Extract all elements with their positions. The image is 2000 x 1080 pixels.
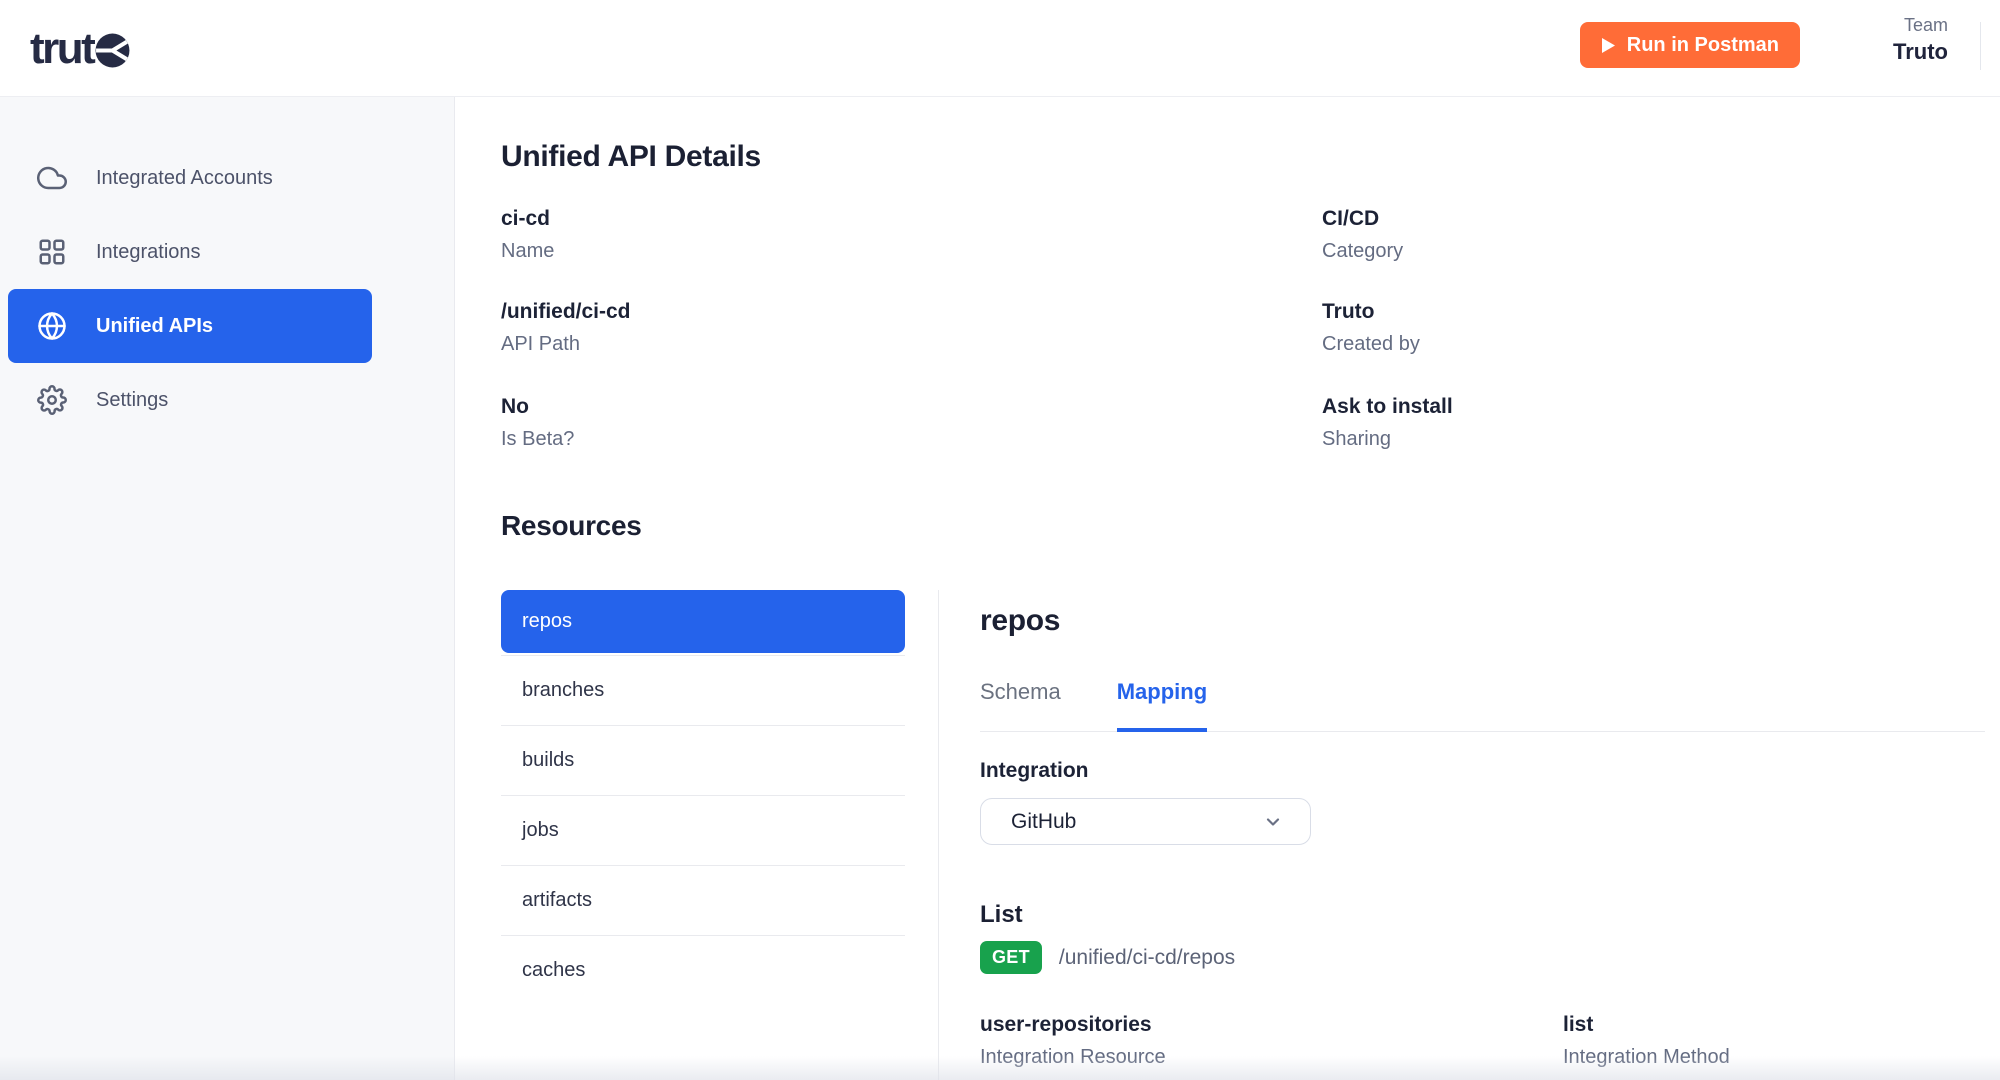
header-divider xyxy=(1980,22,1981,70)
field-label: Name xyxy=(501,238,554,264)
mapping-field-integration-resource: user-repositories Integration Resource xyxy=(980,1012,1563,1070)
resource-item-builds[interactable]: builds xyxy=(501,725,905,795)
resource-item-artifacts[interactable]: artifacts xyxy=(501,865,905,935)
detail-field-name: ci-cd Name xyxy=(501,206,554,264)
field-label: Integration Method xyxy=(1563,1044,1730,1070)
detail-field-api-path: /unified/ci-cd API Path xyxy=(501,299,631,357)
endpoint-title: List xyxy=(980,901,1985,929)
field-label: Category xyxy=(1322,238,1403,264)
logo-text: trut xyxy=(30,27,93,71)
resource-detail-title: repos xyxy=(980,604,1985,638)
integration-label: Integration xyxy=(980,758,1985,784)
sidebar: Integrated Accounts Integrations Unified… xyxy=(0,97,455,1080)
resource-item-repos[interactable]: repos xyxy=(501,590,905,653)
field-label: Created by xyxy=(1322,331,1420,357)
mapping-fields: user-repositories Integration Resource l… xyxy=(980,1012,1985,1070)
app-header: trut Run in Postman Team Truto xyxy=(0,0,2000,97)
field-label: API Path xyxy=(501,331,631,357)
resources-title: Resources xyxy=(501,510,642,542)
http-method-badge: GET xyxy=(980,941,1042,974)
tab-mapping[interactable]: Mapping xyxy=(1117,678,1207,732)
field-value: user-repositories xyxy=(980,1012,1563,1038)
resource-item-branches[interactable]: branches xyxy=(501,655,905,725)
app-window: trut Run in Postman Team Truto Integrate… xyxy=(0,0,2000,1080)
integration-selected-value: GitHub xyxy=(1011,810,1076,834)
resource-item-label: builds xyxy=(522,749,574,772)
detail-field-is-beta: No Is Beta? xyxy=(501,394,574,452)
resource-item-label: branches xyxy=(522,679,604,702)
gear-icon xyxy=(37,385,67,415)
cloud-icon xyxy=(37,163,67,193)
field-value: list xyxy=(1563,1012,1730,1038)
team-name: Truto xyxy=(1893,37,1948,67)
resource-item-label: caches xyxy=(522,959,585,982)
sidebar-item-label: Unified APIs xyxy=(96,315,213,338)
sidebar-item-label: Integrated Accounts xyxy=(96,167,273,190)
sidebar-item-label: Integrations xyxy=(96,241,201,264)
field-label: Integration Resource xyxy=(980,1044,1563,1070)
detail-field-sharing: Ask to install Sharing xyxy=(1322,394,1453,452)
grid-icon xyxy=(37,237,67,267)
field-label: Is Beta? xyxy=(501,426,574,452)
logo-node-icon xyxy=(94,32,131,69)
sidebar-item-settings[interactable]: Settings xyxy=(0,363,454,437)
resource-item-jobs[interactable]: jobs xyxy=(501,795,905,865)
resource-detail-tabs: Schema Mapping xyxy=(980,678,1985,732)
resource-item-label: artifacts xyxy=(522,889,592,912)
field-value: Ask to install xyxy=(1322,394,1453,420)
sidebar-item-integrated-accounts[interactable]: Integrated Accounts xyxy=(0,141,454,215)
sidebar-item-label: Settings xyxy=(96,389,168,412)
field-value: Truto xyxy=(1322,299,1420,325)
sidebar-item-integrations[interactable]: Integrations xyxy=(0,215,454,289)
detail-field-category: CI/CD Category xyxy=(1322,206,1403,264)
sidebar-item-unified-apis[interactable]: Unified APIs xyxy=(8,289,372,363)
team-switcher[interactable]: Team Truto xyxy=(1893,13,1948,67)
mapping-field-integration-method: list Integration Method xyxy=(1563,1012,1730,1070)
truto-logo[interactable]: trut xyxy=(30,0,131,97)
integration-select[interactable]: GitHub xyxy=(980,798,1311,845)
resource-item-label: jobs xyxy=(522,819,559,842)
field-label: Sharing xyxy=(1322,426,1453,452)
resource-item-label: repos xyxy=(522,610,572,633)
resource-list: repos branches builds jobs artifacts cac… xyxy=(501,590,905,1005)
endpoint-row: GET /unified/ci-cd/repos xyxy=(980,941,1985,974)
page-title: Unified API Details xyxy=(501,140,761,174)
endpoint-path: /unified/ci-cd/repos xyxy=(1059,946,1235,970)
globe-icon xyxy=(37,311,67,341)
tab-schema[interactable]: Schema xyxy=(980,678,1061,732)
run-in-postman-button[interactable]: Run in Postman xyxy=(1580,22,1800,68)
run-in-postman-label: Run in Postman xyxy=(1627,34,1779,57)
field-value: CI/CD xyxy=(1322,206,1403,232)
field-value: /unified/ci-cd xyxy=(501,299,631,325)
team-label: Team xyxy=(1893,13,1948,37)
field-value: ci-cd xyxy=(501,206,554,232)
field-value: No xyxy=(501,394,574,420)
play-icon xyxy=(1601,37,1616,54)
chevron-down-icon xyxy=(1263,812,1283,832)
resource-detail-panel: repos Schema Mapping Integration GitHub … xyxy=(980,590,1985,1070)
detail-field-created-by: Truto Created by xyxy=(1322,299,1420,357)
resource-panel-divider xyxy=(938,590,939,1080)
resource-item-caches[interactable]: caches xyxy=(501,935,905,1005)
